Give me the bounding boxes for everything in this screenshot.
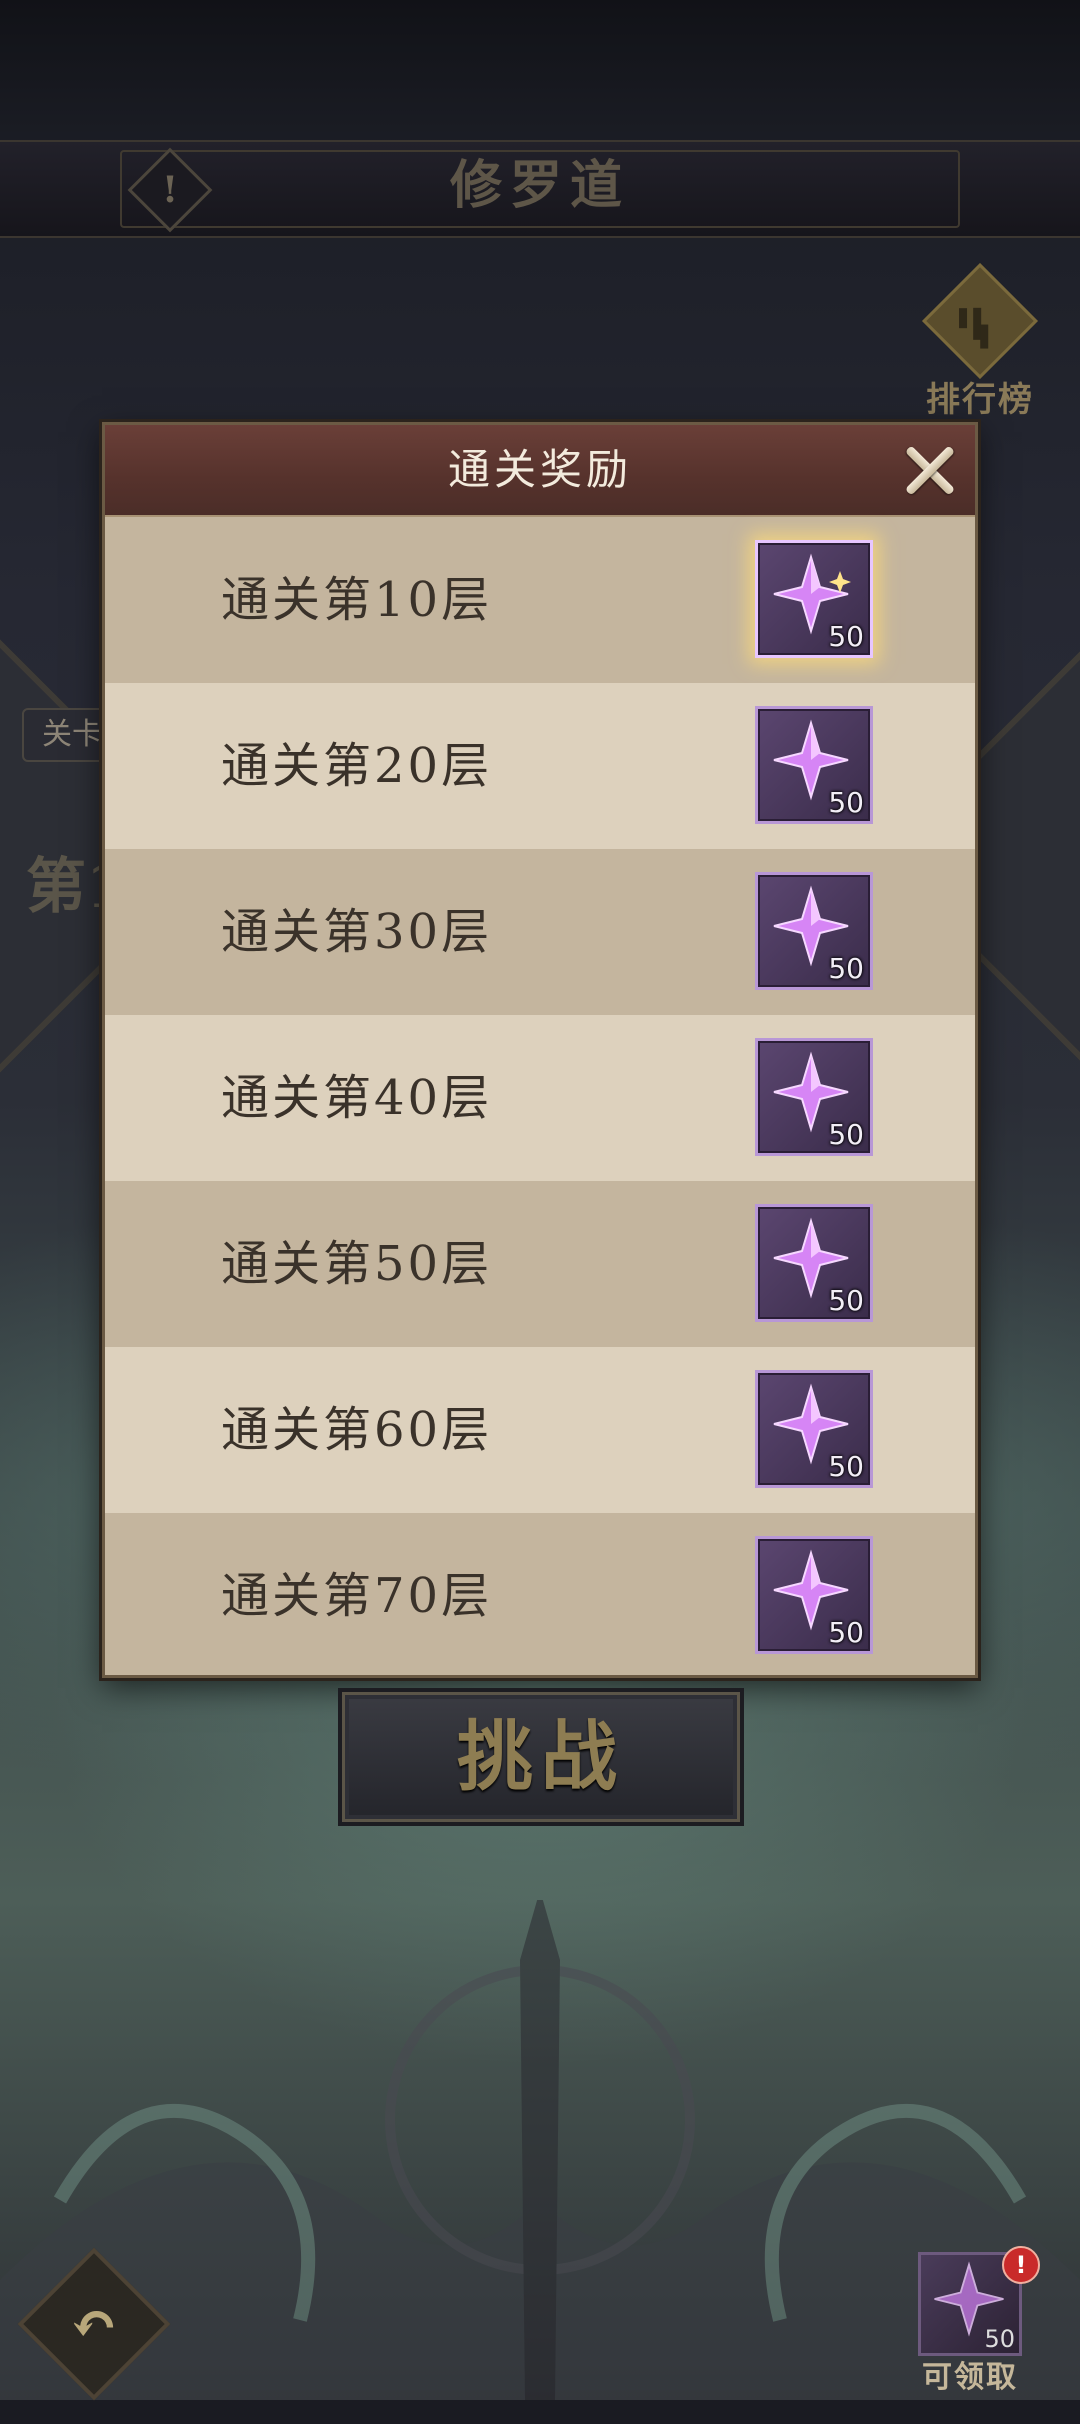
reward-row: 通关第20层 50: [105, 683, 975, 849]
reward-count: 50: [828, 952, 864, 985]
reward-row-label: 通关第20层: [221, 738, 493, 794]
claimable-reward-button[interactable]: 50 ! 可领取: [918, 2246, 1040, 2395]
reward-item[interactable]: 50: [755, 1536, 873, 1654]
page-title: 修罗道: [449, 155, 630, 216]
rank-icon: [922, 263, 1038, 379]
reward-row-label: 通关第70层: [221, 1568, 493, 1624]
reward-count: 50: [828, 1284, 864, 1317]
reward-row: 通关第30层 50: [105, 849, 975, 1015]
reward-count: 50: [828, 1616, 864, 1649]
challenge-button[interactable]: 挑战: [342, 1692, 740, 1822]
claim-count: 50: [984, 2325, 1015, 2353]
reward-row: 通关第10层 50: [105, 517, 975, 683]
reward-row: 通关第40层 50: [105, 1015, 975, 1181]
reward-row: 通关第50层 50: [105, 1181, 975, 1347]
reward-row-label: 通关第60层: [221, 1402, 493, 1458]
reward-item[interactable]: 50: [755, 540, 873, 658]
back-arrow-icon: ↶: [69, 2290, 119, 2358]
dialog-title: 通关奖励: [447, 445, 632, 494]
challenge-label: 挑战: [457, 1712, 625, 1801]
reward-item[interactable]: 50: [755, 1370, 873, 1488]
reward-row: 通关第60层 50: [105, 1347, 975, 1513]
rank-label: 排行榜: [926, 380, 1034, 420]
reward-row: 通关第70层 50: [105, 1513, 975, 1675]
clear-reward-dialog: 通关奖励 通关第10层 50 通关第20层 50 通关第30层 50 通关第40…: [102, 422, 978, 1678]
reward-row-label: 通关第10层: [221, 572, 493, 628]
reward-row-label: 通关第40层: [221, 1070, 493, 1126]
notification-badge: !: [1002, 2246, 1040, 2284]
ranking-button[interactable]: 排行榜: [920, 263, 1040, 420]
reward-row-label: 通关第50层: [221, 1236, 493, 1292]
reward-item[interactable]: 50: [755, 1038, 873, 1156]
reward-count: 50: [828, 1450, 864, 1483]
reward-row-label: 通关第30层: [221, 904, 493, 960]
reward-item[interactable]: 50: [755, 706, 873, 824]
reward-count: 50: [828, 1118, 864, 1151]
reward-item[interactable]: 50: [755, 1204, 873, 1322]
reward-count: 50: [828, 786, 864, 819]
reward-count: 50: [828, 620, 864, 653]
dialog-header: 通关奖励: [105, 425, 975, 517]
reward-list[interactable]: 通关第10层 50 通关第20层 50 通关第30层 50 通关第40层 50 …: [105, 517, 975, 1675]
close-icon[interactable]: [901, 441, 959, 499]
claim-label: 可领取: [922, 2360, 1018, 2395]
reward-item[interactable]: 50: [755, 872, 873, 990]
